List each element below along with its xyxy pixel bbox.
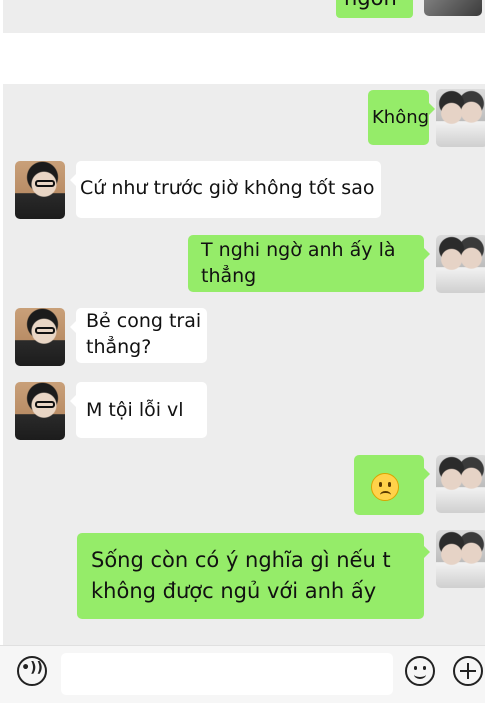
voice-icon: •)) bbox=[21, 660, 43, 676]
incoming-message[interactable]: M tội lỗi vl bbox=[70, 382, 207, 438]
frowning-face-emoji-icon bbox=[371, 473, 399, 501]
outgoing-message[interactable]: Không bbox=[368, 90, 435, 145]
avatar-incoming[interactable] bbox=[15, 308, 65, 366]
avatar-outgoing[interactable] bbox=[436, 235, 485, 293]
emoji-icon[interactable] bbox=[405, 656, 435, 686]
incoming-message[interactable]: Bẻ cong trai thẳng? bbox=[70, 308, 207, 363]
message-text: Cứ như trước giờ không tốt sao bbox=[80, 177, 375, 199]
message-line: Sống còn có ý nghĩa gì nếu t bbox=[91, 548, 391, 572]
outgoing-emoji-message[interactable] bbox=[354, 455, 430, 515]
avatar-incoming[interactable] bbox=[15, 382, 65, 440]
message-input-bar: •)) bbox=[0, 645, 485, 703]
message-line: Bẻ cong trai bbox=[86, 310, 202, 332]
plus-icon[interactable] bbox=[453, 656, 483, 686]
previous-chat-fragment: ngon bbox=[3, 0, 485, 33]
message-line: thẳng bbox=[201, 265, 257, 287]
message-input[interactable] bbox=[61, 653, 393, 695]
avatar[interactable] bbox=[424, 0, 482, 16]
message-line: T nghi ngờ anh ấy là bbox=[201, 239, 396, 261]
voice-input-button[interactable]: •)) bbox=[17, 656, 47, 686]
avatar-outgoing[interactable] bbox=[436, 530, 485, 588]
avatar-incoming[interactable] bbox=[15, 161, 65, 219]
avatar-outgoing[interactable] bbox=[436, 455, 485, 513]
message-text: M tội lỗi vl bbox=[86, 399, 184, 421]
outgoing-bubble-fragment[interactable]: ngon bbox=[336, 0, 413, 18]
avatar-outgoing[interactable] bbox=[436, 89, 485, 147]
fragment-text: ngon bbox=[344, 0, 397, 10]
incoming-message[interactable]: Cứ như trước giờ không tốt sao bbox=[70, 161, 381, 218]
outgoing-message[interactable]: T nghi ngờ anh ấy là thẳng bbox=[188, 235, 430, 292]
outgoing-message[interactable]: Sống còn có ý nghĩa gì nếu t không được … bbox=[77, 533, 430, 619]
message-line: thẳng? bbox=[86, 336, 152, 358]
chat-area[interactable]: Không Cứ như trước giờ không tốt sao T n… bbox=[3, 84, 485, 702]
message-line: không được ngủ với anh ấy bbox=[91, 579, 377, 603]
message-text: Không bbox=[372, 107, 430, 128]
